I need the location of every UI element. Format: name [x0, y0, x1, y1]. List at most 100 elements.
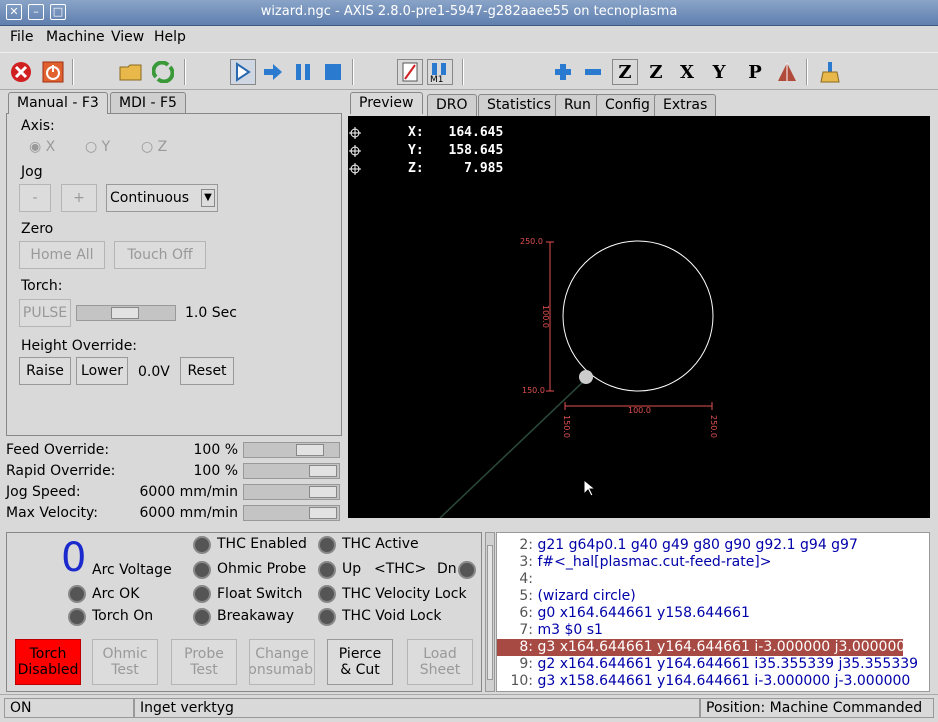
estop-icon[interactable] [8, 59, 34, 85]
breakaway-label: Breakaway [217, 608, 294, 624]
jog-speed-knob[interactable] [309, 486, 337, 498]
up-led [318, 561, 336, 579]
rapid-override-label: Rapid Override: [6, 463, 116, 479]
breakaway-led [193, 608, 211, 626]
menu-file[interactable]: File [10, 29, 33, 45]
max-velocity-slider[interactable] [243, 505, 340, 521]
touch-off-button[interactable]: Touch Off [114, 241, 206, 269]
raise-button[interactable]: Raise [19, 357, 71, 385]
axis-radio-z[interactable]: ○ Z [141, 139, 167, 155]
gcode-listing[interactable]: 2: g21 g64p0.1 g40 g49 g80 g90 g92.1 g94… [496, 532, 930, 692]
jog-mode-select[interactable]: Continuous ▼ [106, 184, 218, 212]
gcode-line[interactable]: 7: m3 $0 s1 [497, 622, 927, 639]
gcode-line[interactable]: 2: g21 g64p0.1 g40 g49 g80 g90 g92.1 g94… [497, 537, 927, 554]
gcode-line[interactable]: 5: (wizard circle) [497, 588, 927, 605]
height-override-label: Height Override: [21, 338, 138, 354]
step-icon[interactable] [260, 59, 286, 85]
thc-velocity-lock-label: THC Velocity Lock [342, 586, 467, 602]
feed-override-slider[interactable] [243, 442, 340, 458]
block-delete-icon[interactable] [397, 59, 423, 85]
zoom-out-icon[interactable] [580, 59, 606, 85]
tab-preview[interactable]: Preview [350, 92, 423, 114]
thc-active-led [318, 536, 336, 554]
optional-stop-icon[interactable]: M1 [427, 59, 453, 85]
gcode-line[interactable]: 9: g2 x164.644661 y164.644661 i35.355339… [497, 656, 927, 673]
rapid-override-row: Rapid Override: 100 % [0, 461, 344, 481]
feed-override-knob[interactable] [296, 444, 324, 456]
open-file-icon[interactable] [118, 59, 144, 85]
dim-left-label: 150.0 [522, 386, 545, 395]
rapid-override-knob[interactable] [309, 465, 337, 477]
preview-canvas[interactable]: X: 164.645 Y: 158.645 Z: 7.985 250.0 150… [348, 116, 930, 518]
clear-plot-icon[interactable] [816, 59, 842, 85]
thc-enabled-led [193, 536, 211, 554]
menu-bar: File Machine View Help [0, 26, 938, 50]
rapid-move-line [439, 379, 586, 518]
pause-icon[interactable] [290, 59, 316, 85]
pierce-cut-button[interactable]: Pierce & Cut [327, 639, 393, 685]
run-icon[interactable] [230, 59, 256, 85]
menu-help[interactable]: Help [154, 29, 186, 45]
dro-x: X: 164.645 [408, 125, 504, 140]
overrides-panel: Feed Override: 100 % Rapid Override: 100… [0, 440, 344, 526]
jog-speed-slider[interactable] [243, 484, 340, 500]
dim-right-label: 250.0 [708, 415, 718, 438]
axis-radio-x[interactable]: ◉ X [29, 139, 55, 155]
tab-dro[interactable]: DRO [427, 94, 477, 116]
jog-plus-button[interactable]: + [61, 184, 97, 212]
rapid-override-slider[interactable] [243, 463, 340, 479]
reset-button[interactable]: Reset [180, 357, 234, 385]
zero-label: Zero [21, 221, 54, 237]
gcode-line[interactable]: 3: f#<_hal[plasmac.cut-feed-rate]> [497, 554, 927, 571]
view-y-icon[interactable]: Y [706, 59, 732, 85]
axis-radio-y[interactable]: ○ Y [85, 139, 110, 155]
arc-voltage-label: Arc Voltage [92, 562, 172, 578]
view-x-icon[interactable]: X [674, 59, 700, 85]
ohmic-probe-label: Ohmic Probe [217, 561, 307, 577]
pulse-button[interactable]: PULSE [19, 299, 71, 327]
stop-icon[interactable] [320, 59, 346, 85]
menu-machine[interactable]: Machine [46, 29, 105, 45]
jog-minus-button[interactable]: - [19, 184, 51, 212]
view-z2-icon[interactable]: Z [643, 59, 669, 85]
tab-extras[interactable]: Extras [654, 94, 717, 116]
lower-button[interactable]: Lower [76, 357, 128, 385]
pulse-slider[interactable] [76, 305, 176, 321]
home-all-button[interactable]: Home All [19, 241, 105, 269]
ohmic-test-button[interactable]: Ohmic Test [92, 639, 158, 685]
change-consumable-button[interactable]: Change Consumable [249, 639, 315, 685]
pulse-slider-knob[interactable] [111, 307, 139, 319]
thc-active-label: THC Active [342, 536, 419, 552]
max-velocity-knob[interactable] [309, 507, 337, 519]
torch-on-led [68, 608, 86, 626]
view-z-icon[interactable]: Z [612, 59, 638, 85]
zoom-in-icon[interactable] [550, 59, 576, 85]
thc-enabled-label: THC Enabled [217, 536, 307, 552]
tab-statistics[interactable]: Statistics [478, 94, 560, 116]
gcode-line[interactable]: 10: g3 x158.644661 y164.644661 i-3.00000… [497, 673, 927, 690]
float-switch-led [193, 585, 211, 603]
power-icon[interactable] [40, 59, 66, 85]
probe-test-button[interactable]: Probe Test [171, 639, 237, 685]
view-p-icon[interactable]: P [742, 59, 768, 85]
dn-label: Dn [437, 561, 457, 577]
gcode-line[interactable]: 4: [497, 571, 927, 588]
menu-view[interactable]: View [111, 29, 144, 45]
torch-disabled-button[interactable]: Torch Disabled [15, 639, 81, 685]
load-sheet-button[interactable]: Load Sheet [407, 639, 473, 685]
gcode-line[interactable]: 6: g0 x164.644661 y158.644661 [497, 605, 927, 622]
gcode-line-selected[interactable]: 8: g3 x164.644661 y164.644661 i-3.000000… [497, 639, 905, 656]
tab-run[interactable]: Run [555, 94, 600, 116]
preview-plot [349, 127, 714, 518]
reload-icon[interactable] [150, 59, 176, 85]
plasma-panel: 0 Arc Voltage THC Enabled Ohmic Probe Fl… [6, 532, 482, 692]
gcode-scrollbar[interactable] [485, 532, 495, 692]
jog-speed-row: Jog Speed: 6000 mm/min [0, 482, 344, 502]
tab-config[interactable]: Config [596, 94, 659, 116]
tab-manual[interactable]: Manual - F3 [8, 92, 108, 114]
rotate-view-icon[interactable] [774, 59, 800, 85]
dro-z: Z: 7.985 [408, 161, 504, 176]
gcode-scrollbar-thumb[interactable] [487, 545, 493, 680]
tab-mdi[interactable]: MDI - F5 [110, 92, 186, 114]
position-mode: Position: Machine Commanded [700, 698, 934, 718]
